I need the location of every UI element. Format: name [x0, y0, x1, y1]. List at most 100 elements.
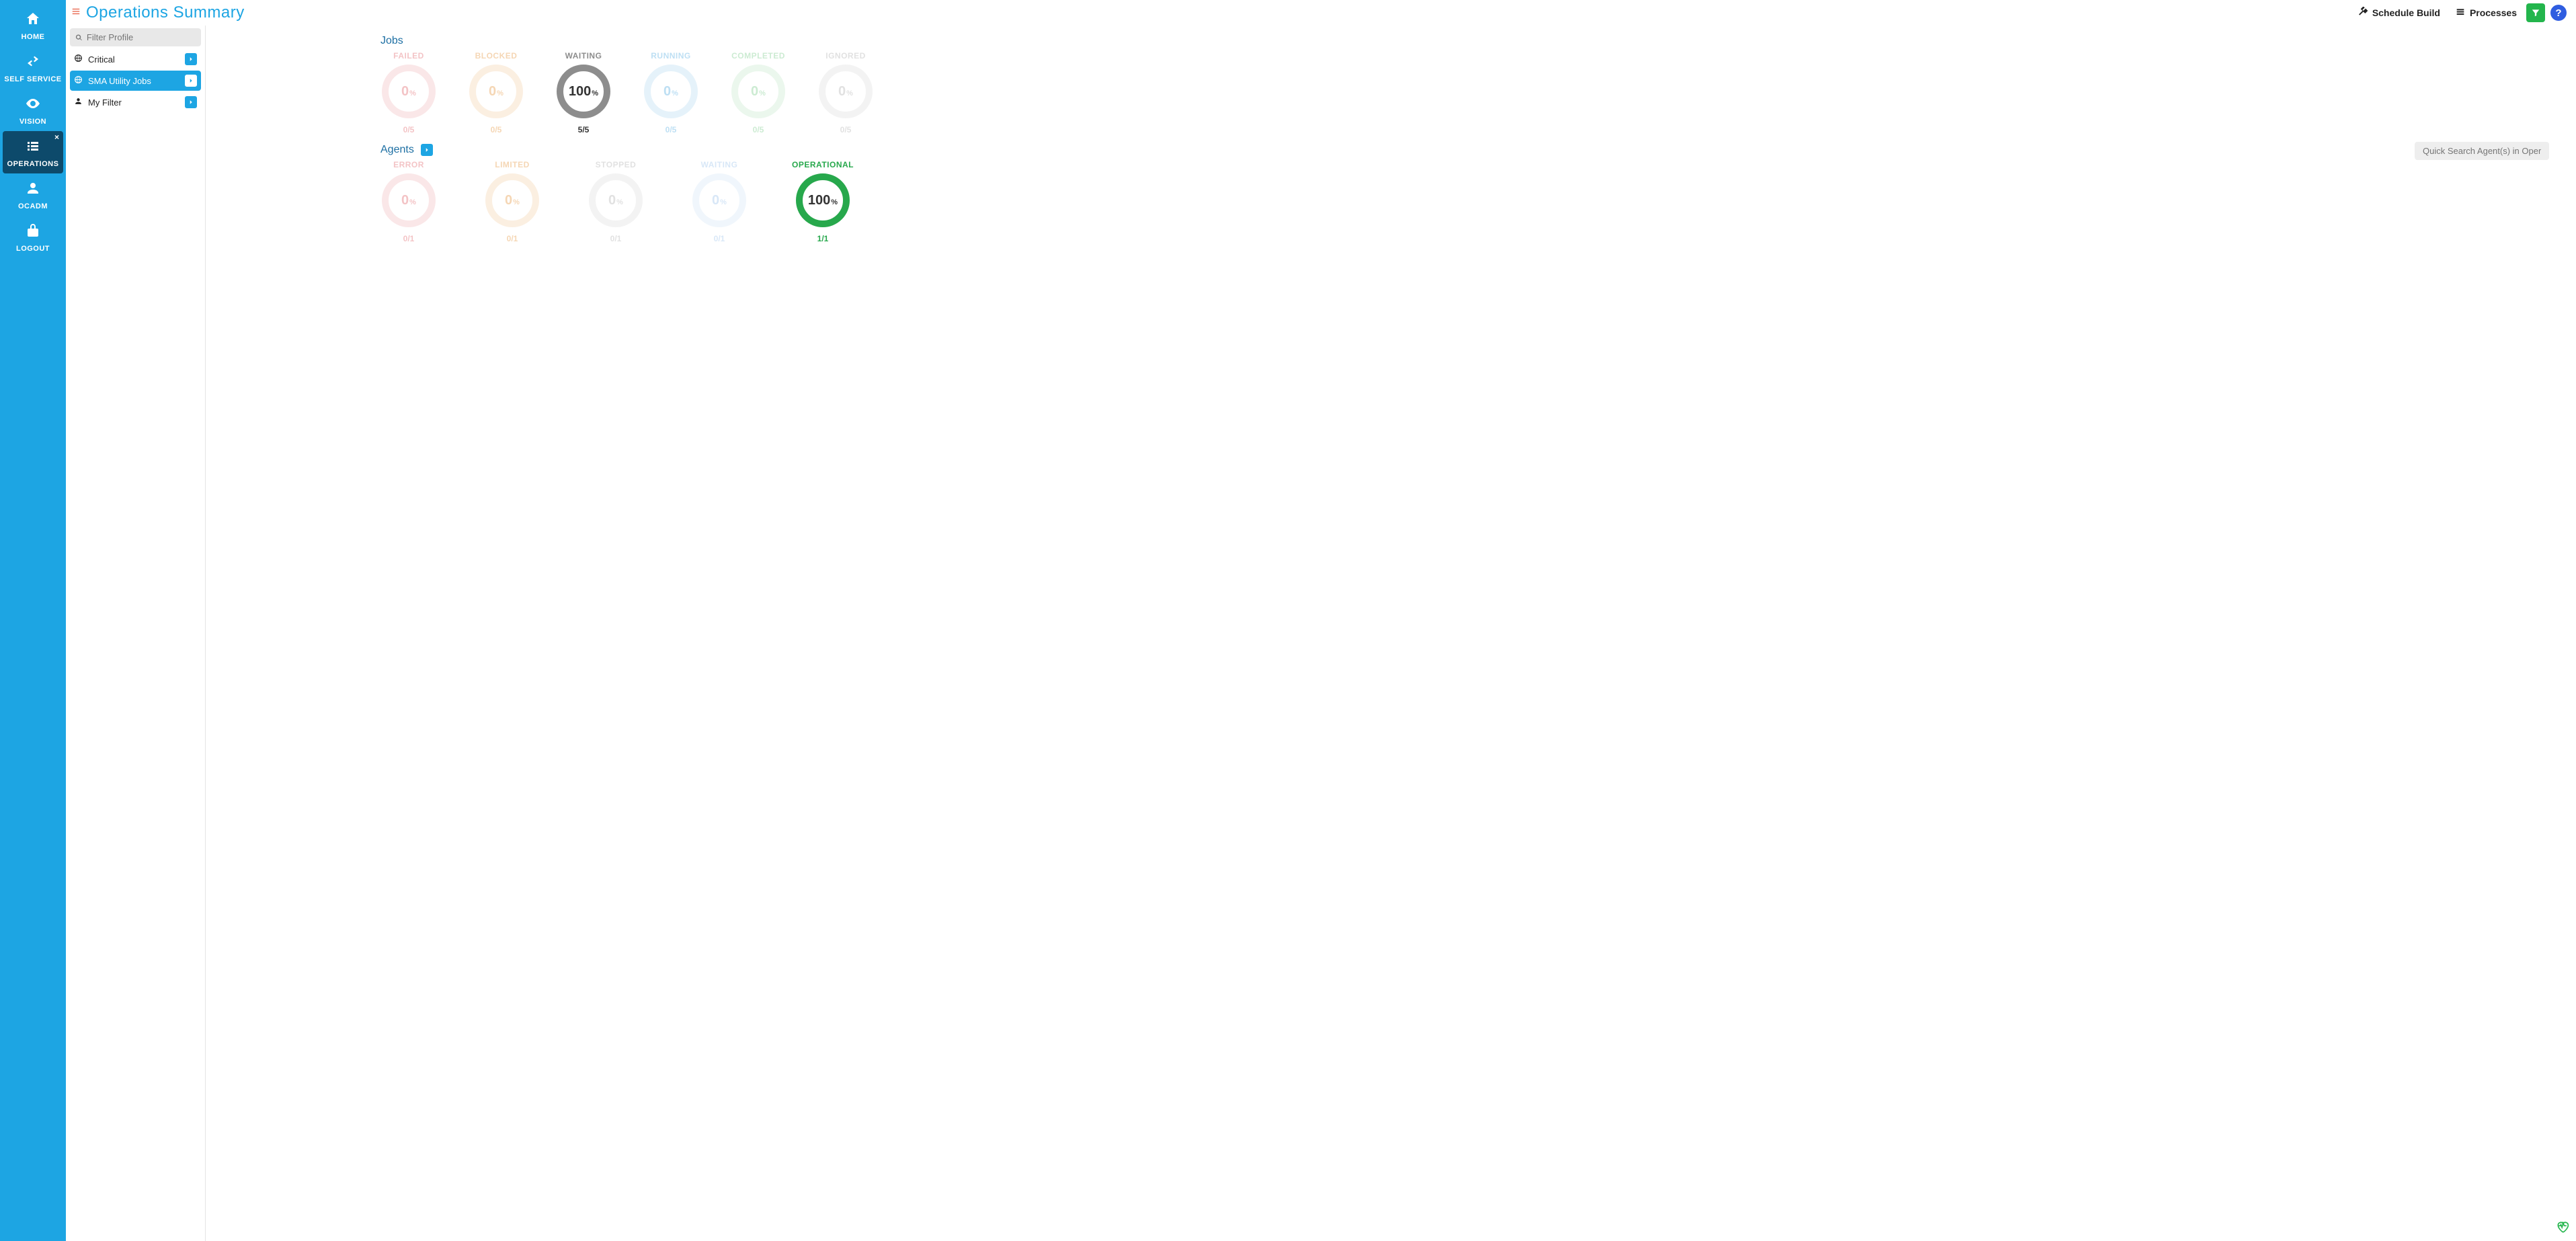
eye-icon	[25, 103, 41, 114]
heartbeat-icon[interactable]	[2556, 1220, 2569, 1237]
agents-tile-error[interactable]: ERROR 0% 0/1	[380, 160, 437, 243]
donut-value: 0%	[751, 84, 766, 99]
profile-label: SMA Utility Jobs	[88, 76, 179, 86]
processes-label: Processes	[2470, 7, 2517, 18]
profile-item-1[interactable]: SMA Utility Jobs	[70, 71, 201, 91]
donut-value: 0%	[401, 193, 416, 208]
filter-search-input[interactable]	[87, 32, 196, 42]
donut-value: 0%	[663, 84, 678, 99]
donut-value: 0%	[838, 84, 853, 99]
agents-tile-stopped[interactable]: STOPPED 0% 0/1	[588, 160, 644, 243]
nav-label: HOME	[3, 33, 63, 41]
tile-count: 0/5	[840, 125, 852, 134]
nav-label: SELF SERVICE	[3, 75, 63, 83]
list-icon	[2455, 7, 2466, 19]
nav-self-service[interactable]: SELF SERVICE	[3, 46, 63, 89]
globe-icon	[74, 75, 83, 86]
main: Operations Summary Schedule Build Proces…	[66, 0, 2576, 1241]
jobs-tile-blocked[interactable]: BLOCKED0%0/5	[468, 51, 524, 134]
nav-label: VISION	[3, 118, 63, 126]
tile-label: WAITING	[701, 160, 738, 169]
nav-label: OCADM	[3, 202, 63, 210]
nav-rail: HOME SELF SERVICE VISION × OPERATIONS OC…	[0, 0, 66, 1241]
donut-chart: 0%	[819, 65, 873, 118]
jobs-section-title: Jobs	[380, 35, 2549, 47]
jobs-tile-failed[interactable]: FAILED 0% 0/5	[380, 51, 437, 134]
arrow-right-icon[interactable]	[185, 53, 197, 65]
nav-logout[interactable]: LOGOUT	[3, 216, 63, 258]
home-icon	[25, 18, 41, 30]
tile-label: ERROR	[393, 160, 424, 169]
agents-tile-waiting[interactable]: WAITING 0% 0/1	[691, 160, 748, 243]
schedule-build-button[interactable]: Schedule Build	[2358, 7, 2440, 19]
arrow-right-icon[interactable]	[185, 75, 197, 87]
profile-list: Critical SMA Utility Jobs My Filter	[66, 49, 205, 114]
agent-search-input[interactable]	[2423, 146, 2541, 156]
search-icon	[75, 34, 83, 42]
content: Jobs FAILED0%0/5BLOCKED0%0/5WAITING100%5…	[206, 26, 2576, 1241]
tile-count: 0/5	[403, 125, 415, 134]
tile-label: FAILED	[393, 51, 424, 61]
hamburger-icon[interactable]	[71, 7, 81, 19]
agents-tiles: ERROR0%0/1LIMITED0%0/1STOPPED0%0/1WAITIN…	[380, 160, 2549, 243]
tile-label: LIMITED	[495, 160, 530, 169]
donut-chart: 0%	[485, 173, 539, 227]
tile-count: 0/1	[714, 234, 725, 243]
donut-chart: 0%	[731, 65, 785, 118]
tools-icon	[2358, 7, 2368, 19]
tile-label: STOPPED	[596, 160, 637, 169]
profile-item-0[interactable]: Critical	[70, 49, 201, 69]
jobs-title: Jobs	[380, 35, 403, 46]
donut-value: 0%	[401, 84, 416, 99]
nav-operations[interactable]: × OPERATIONS	[3, 131, 63, 173]
jobs-tile-waiting[interactable]: WAITING 100% 5/5	[555, 51, 612, 134]
tile-count: 0/1	[610, 234, 622, 243]
tile-count: 0/5	[666, 125, 677, 134]
donut-value: 0%	[489, 84, 504, 99]
donut-value: 0%	[608, 193, 623, 208]
nav-label: OPERATIONS	[3, 160, 63, 168]
tile-count: 5/5	[578, 125, 590, 134]
help-button[interactable]: ?	[2550, 5, 2567, 21]
donut-value: 100%	[569, 84, 598, 99]
jobs-tile-completed[interactable]: COMPLETED 0% 0/5	[730, 51, 787, 134]
agents-tile-limited[interactable]: LIMITED0%0/1	[484, 160, 540, 243]
donut-chart: 0%	[589, 173, 643, 227]
jobs-tile-ignored[interactable]: IGNORED0%0/5	[817, 51, 874, 134]
tile-label: RUNNING	[651, 51, 691, 61]
agents-tile-operational[interactable]: OPERATIONAL100%1/1	[795, 160, 851, 243]
nav-ocadm[interactable]: OCADM	[3, 173, 63, 216]
arrow-right-icon[interactable]	[421, 144, 433, 156]
processes-button[interactable]: Processes	[2455, 7, 2517, 19]
filter-button[interactable]	[2526, 3, 2545, 22]
agents-title: Agents	[380, 144, 414, 155]
donut-chart: 0%	[382, 173, 436, 227]
globe-icon	[74, 54, 83, 65]
donut-value: 0%	[505, 193, 520, 208]
agent-search[interactable]	[2415, 142, 2549, 160]
nav-vision[interactable]: VISION	[3, 89, 63, 131]
donut-value: 0%	[712, 193, 727, 208]
tile-count: 0/5	[753, 125, 764, 134]
tile-label: OPERATIONAL	[792, 160, 854, 169]
swap-icon	[25, 61, 41, 72]
donut-chart: 0%	[382, 65, 436, 118]
nav-home[interactable]: HOME	[3, 4, 63, 46]
lock-icon	[25, 230, 41, 241]
schedule-build-label: Schedule Build	[2372, 7, 2440, 18]
tile-count: 0/5	[491, 125, 502, 134]
tile-label: COMPLETED	[731, 51, 785, 61]
nav-label: LOGOUT	[3, 245, 63, 253]
tile-count: 0/1	[403, 234, 415, 243]
agents-section-title[interactable]: Agents	[380, 144, 433, 156]
close-icon[interactable]: ×	[54, 132, 59, 142]
arrow-right-icon[interactable]	[185, 96, 197, 108]
filter-panel: Critical SMA Utility Jobs My Filter	[66, 26, 206, 1241]
profile-item-2[interactable]: My Filter	[70, 92, 201, 112]
donut-value: 100%	[808, 193, 838, 208]
jobs-tile-running[interactable]: RUNNING 0% 0/5	[643, 51, 699, 134]
profile-label: My Filter	[88, 97, 179, 108]
tile-label: WAITING	[565, 51, 602, 61]
jobs-tiles: FAILED0%0/5BLOCKED0%0/5WAITING100%5/5RUN…	[380, 51, 2549, 134]
filter-search[interactable]	[70, 28, 201, 46]
